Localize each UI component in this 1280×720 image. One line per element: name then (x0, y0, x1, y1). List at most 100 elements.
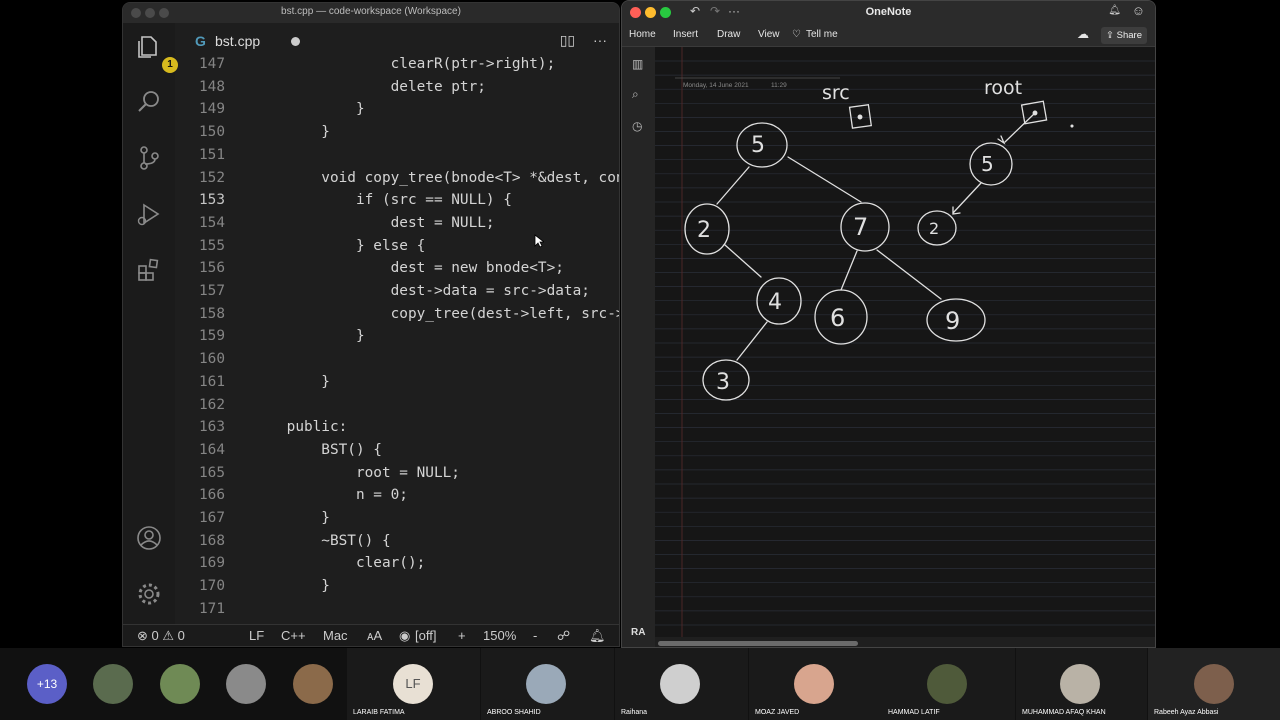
language-indicator[interactable]: C++ (281, 625, 306, 646)
more-actions-icon[interactable]: ··· (593, 32, 607, 48)
notifications-bell-icon[interactable]: 🔔︎ (589, 625, 606, 646)
code-line[interactable]: 164 BST() { (175, 439, 382, 462)
search-icon[interactable]: ⌕ (632, 87, 639, 102)
code-line[interactable]: 170 } (175, 575, 330, 598)
participant-tile[interactable]: Raihana (615, 648, 748, 720)
onenote-window: ↶ ↷ ··· OneNote 🔔︎ ☺ Home Insert Draw Vi… (621, 0, 1156, 648)
code-text: } (252, 328, 365, 345)
settings-gear-icon[interactable] (136, 581, 162, 607)
zoom-out-button[interactable]: - (533, 625, 537, 646)
code-line[interactable]: 150 } (175, 121, 330, 144)
line-number: 165 (199, 464, 225, 481)
notebooks-icon[interactable]: ▥ (632, 57, 643, 71)
participant-tile[interactable]: ABROO SHAHID (481, 648, 614, 720)
run-debug-icon[interactable] (136, 201, 162, 227)
feedback-icon[interactable]: ☍ (557, 625, 570, 646)
code-line[interactable]: 160 (175, 348, 252, 371)
search-icon[interactable] (136, 89, 162, 115)
code-text: BST() { (252, 441, 382, 458)
code-line[interactable]: 148 delete ptr; (175, 76, 486, 99)
src-label: src (822, 82, 850, 104)
eol-indicator[interactable]: LF (249, 625, 264, 646)
emoji-feedback-icon[interactable]: ☺ (1132, 3, 1145, 18)
code-line[interactable]: 152 void copy_tree(bnode<T> *&dest, cons… (175, 167, 619, 190)
code-line[interactable]: 158 copy_tree(dest->left, src->le (175, 303, 619, 326)
code-line[interactable]: 166 n = 0; (175, 484, 408, 507)
platform-indicator[interactable]: Mac (323, 625, 348, 646)
code-line[interactable]: 154 dest = NULL; (175, 212, 495, 235)
participant-tile[interactable]: MOAZ JAVED (749, 648, 882, 720)
horizontal-scrollbar[interactable] (658, 641, 858, 646)
share-button[interactable]: ⇪ Share (1101, 27, 1147, 44)
tab-insert[interactable]: Insert (673, 29, 698, 40)
code-text: clearR(ptr->right); (252, 56, 556, 72)
edge-4-3 (736, 321, 768, 361)
participant-tile[interactable]: Rabeeh Ayaz Abbasi (1148, 648, 1280, 720)
code-line[interactable]: 147 clearR(ptr->right); (175, 53, 555, 76)
unsaved-dot-icon[interactable] (291, 37, 300, 46)
src-pointer-dot (857, 114, 863, 120)
code-line[interactable]: 162 (175, 394, 252, 417)
live-share-status[interactable]: [off] (415, 625, 436, 646)
code-text: } (252, 124, 330, 141)
code-text: clear(); (252, 555, 426, 572)
sync-cloud-icon[interactable]: ☁ (1077, 27, 1089, 41)
code-line[interactable]: 151 (175, 144, 252, 167)
line-number: 150 (199, 124, 225, 141)
explorer-icon[interactable]: 1 (136, 33, 178, 73)
extensions-icon[interactable] (136, 257, 162, 283)
code-line[interactable]: 171 (175, 598, 252, 621)
line-number: 161 (199, 373, 225, 390)
participant-tile[interactable]: HAMMAD LATIF (882, 648, 1015, 720)
participant-avatar[interactable] (293, 664, 333, 704)
tell-me-search[interactable]: Tell me (806, 29, 838, 40)
code-line[interactable]: 149 } (175, 98, 365, 121)
code-line[interactable]: 156 dest = new bnode<T>; (175, 257, 564, 280)
code-line[interactable]: 169 clear(); (175, 552, 425, 575)
participant-tile[interactable]: LF LARAIB FATIMA (347, 648, 480, 720)
code-line[interactable]: 157 dest->data = src->data; (175, 280, 590, 303)
code-line[interactable]: 159 } (175, 325, 365, 348)
code-line[interactable]: 168 ~BST() { (175, 530, 391, 553)
tree-node-7: 7 (853, 213, 868, 241)
code-line[interactable]: 155 } else { (175, 235, 425, 258)
copy-edge-5-2 (952, 182, 982, 214)
tree-node-6: 6 (830, 304, 845, 332)
screen: bst.cpp — code-workspace (Workspace) 1 G… (0, 0, 1280, 720)
line-number: 148 (199, 78, 225, 95)
tab-actions: ▯▯ ··· (560, 32, 607, 49)
code-line[interactable]: 167 } (175, 507, 330, 530)
zoom-window-button[interactable] (159, 8, 169, 18)
source-control-icon[interactable] (136, 145, 162, 171)
participant-avatar[interactable] (160, 664, 200, 704)
broadcast-icon[interactable]: ◉ (399, 625, 410, 646)
tab-view[interactable]: View (758, 29, 780, 40)
participant-avatar[interactable] (93, 664, 133, 704)
close-window-button[interactable] (131, 8, 141, 18)
user-initials[interactable]: RA (631, 627, 645, 638)
code-text: copy_tree(dest->left, src->le (252, 305, 619, 322)
tab-home[interactable]: Home (629, 29, 656, 40)
minimize-window-button[interactable] (145, 8, 155, 18)
note-page-canvas[interactable]: Monday, 14 June 2021 11:29 src root 5 2 … (655, 47, 1155, 637)
problems-indicator[interactable]: ⊗ 0 ⚠ 0 (137, 625, 185, 646)
tab-draw[interactable]: Draw (717, 29, 740, 40)
code-editor[interactable]: 147 clearR(ptr->right); 148 delete ptr; 14… (175, 53, 619, 626)
line-number: 154 (199, 214, 225, 231)
recent-clock-icon[interactable]: ◷ (632, 119, 642, 133)
notification-bell-icon[interactable]: 🔔︎ (1108, 5, 1121, 16)
code-line[interactable]: 163 public: (175, 416, 347, 439)
zoom-in-button[interactable]: + (458, 625, 466, 646)
split-editor-icon[interactable]: ▯▯ (560, 32, 575, 48)
participant-tile[interactable]: MUHAMMAD AFAQ KHAN (1016, 648, 1147, 720)
code-line[interactable]: 165 root = NULL; (175, 462, 460, 485)
code-text: } (252, 101, 365, 118)
font-size-indicator[interactable]: ᴀA (367, 625, 382, 646)
code-line[interactable]: 153 if (src == NULL) { (175, 189, 512, 212)
code-text: dest = new bnode<T>; (252, 260, 564, 277)
tree-node-3: 3 (716, 370, 730, 395)
code-line[interactable]: 161 } (175, 371, 330, 394)
more-participants-count[interactable]: +13 (27, 664, 67, 704)
participant-avatar[interactable] (226, 664, 266, 704)
account-icon[interactable] (136, 525, 162, 551)
